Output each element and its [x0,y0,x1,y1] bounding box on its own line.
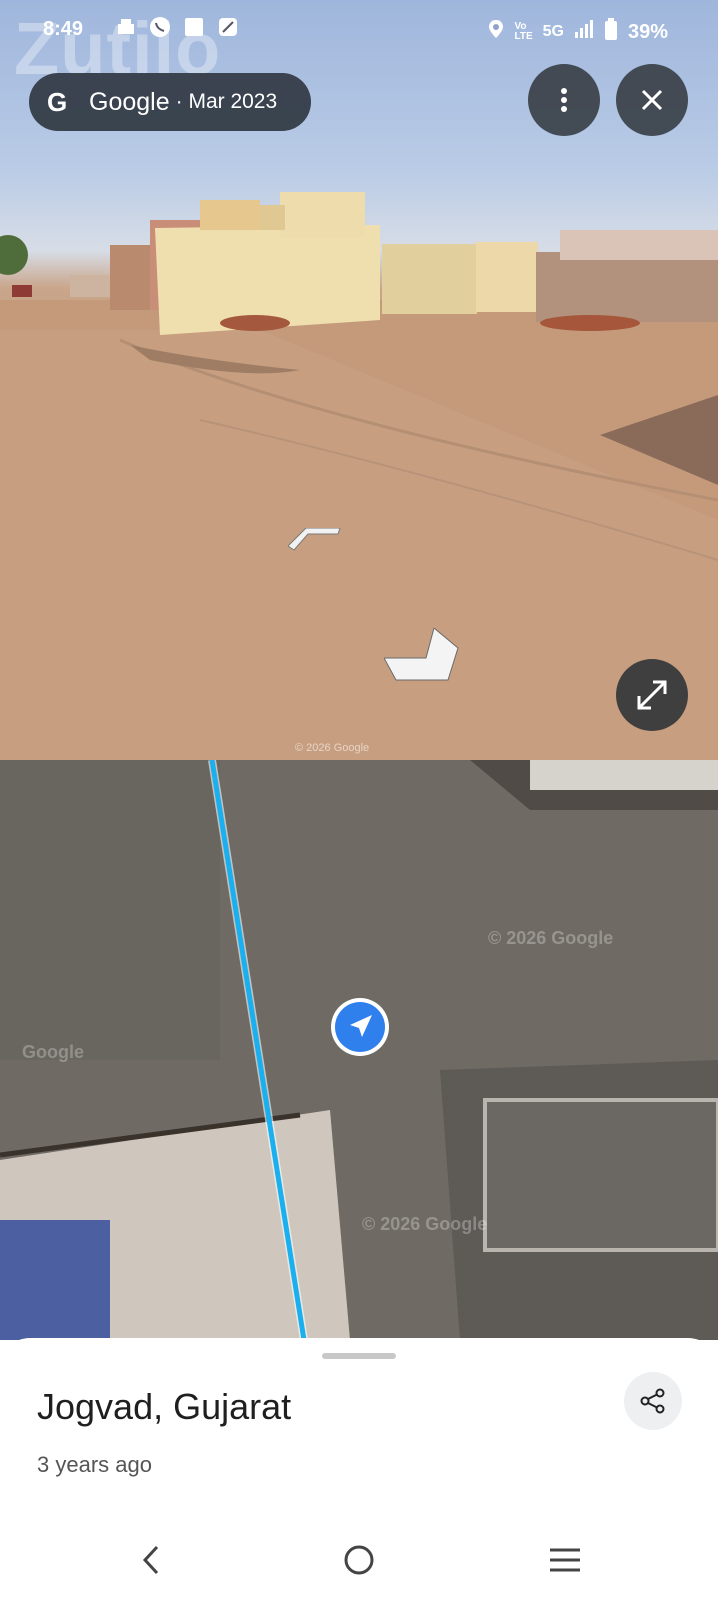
street-view-copyright: © 2026 Google [295,742,370,754]
status-system-icons: Vo LTE 5G 39% [488,18,668,46]
back-icon [142,1545,159,1575]
battery-icon [604,18,618,46]
close-button[interactable] [616,64,688,136]
expand-icon [637,680,667,710]
map-view[interactable]: © 2026 Google Google © 2026 Google [0,760,718,1340]
google-logo-icon: G [47,86,68,117]
location-pin-icon [488,19,504,45]
notification-phone-icon [149,16,171,38]
nav-home-button[interactable] [329,1530,389,1590]
nav-recents-button[interactable] [535,1530,595,1590]
status-bar: 8:49 Vo LTE 5G 39% [0,0,718,60]
imagery-source-chip[interactable]: G Google · Mar 2023 [29,73,311,131]
imagery-source: Google [89,87,170,116]
system-nav-bar [0,1530,718,1600]
network-label: 5G [542,23,564,40]
nav-arrow-back[interactable] [288,528,348,558]
imagery-date: · Mar 2023 [175,90,278,113]
notification-square-icon [183,16,205,38]
status-time: 8:49 [43,18,84,40]
status-notification-icons [115,16,239,38]
recents-icon [550,1548,580,1572]
sheet-drag-handle[interactable] [322,1353,396,1359]
home-icon [344,1545,374,1575]
share-button[interactable] [624,1372,682,1430]
close-icon [641,89,663,111]
more-options-button[interactable] [528,64,600,136]
expand-button[interactable] [616,659,688,731]
place-subtitle: 3 years ago [37,1452,152,1477]
notification-app-icon [115,16,137,38]
battery-percent: 39% [627,20,668,43]
place-title: Jogvad, Gujarat [37,1386,292,1427]
volte-icon: Vo LTE [514,21,533,42]
notification-edit-icon [217,16,239,38]
more-vert-icon [561,88,567,112]
nav-back-button[interactable] [121,1530,181,1590]
signal-icon [574,20,594,44]
nav-arrow-forward[interactable] [384,628,464,688]
location-arrow-icon[interactable] [328,995,392,1059]
share-icon [640,1388,665,1414]
